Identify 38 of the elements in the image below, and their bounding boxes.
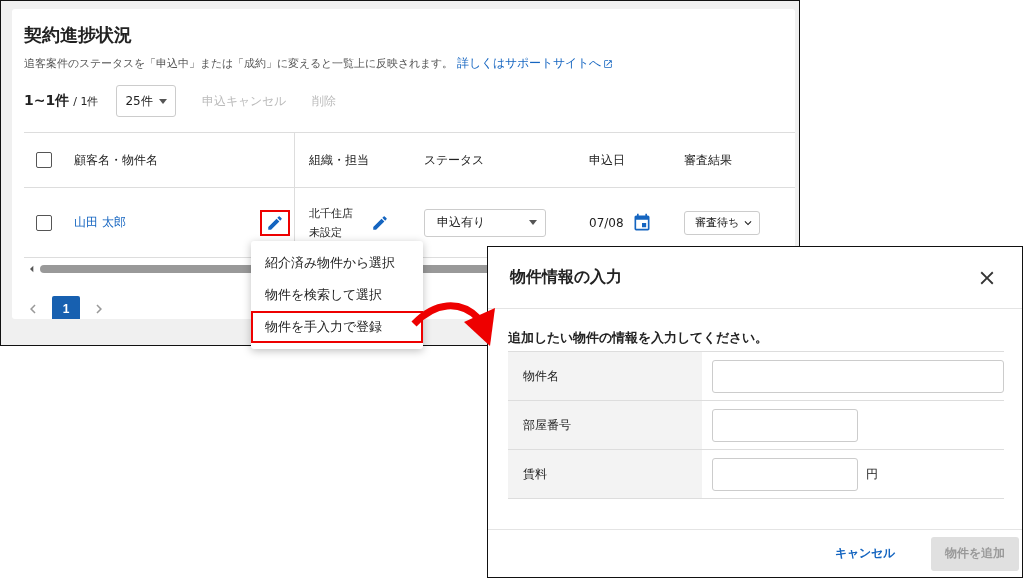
customer-link[interactable]: 山田 太郎 (74, 214, 126, 231)
status-select[interactable]: 申込有り (424, 208, 546, 237)
field-label: 部屋番号 (508, 401, 702, 449)
unit-label: 円 (866, 465, 878, 483)
input-field[interactable] (712, 408, 858, 442)
select-all-checkbox[interactable] (36, 152, 52, 168)
caret-icon (529, 220, 537, 225)
page-size-select[interactable]: 25件 (116, 85, 176, 117)
page-button[interactable]: 1 (52, 296, 80, 319)
result-total: / 1件 (73, 93, 99, 109)
caret-icon (158, 98, 167, 104)
review-select[interactable]: 審査待ち (684, 210, 760, 235)
description-text: 追客案件のステータスを「申込中」または「成約」に変えると一覧上に反映されます。 (24, 56, 453, 71)
column-header: 審査結果 (684, 151, 732, 169)
row-checkbox[interactable] (36, 214, 52, 231)
input-field[interactable] (712, 359, 1004, 393)
column-header: ステータス (424, 151, 484, 169)
field-label: 賃料 (508, 450, 702, 498)
staff-name: 未設定 (309, 224, 343, 240)
menu-item[interactable]: 物件を手入力で登録 (251, 311, 423, 343)
input-field[interactable] (712, 457, 858, 491)
column-header: 顧客名・物件名 (74, 151, 158, 169)
external-link-icon (603, 58, 613, 69)
column-header: 申込日 (589, 151, 625, 169)
dialog-title: 物件情報の入力 (510, 267, 622, 288)
edit-icon[interactable] (371, 213, 389, 232)
cancel-button[interactable]: キャンセル (821, 536, 909, 571)
edit-button[interactable] (260, 209, 290, 236)
pencil-icon (266, 213, 284, 232)
menu-item[interactable]: 紹介済み物件から選択 (251, 247, 423, 279)
store-name: 北千住店 (309, 205, 353, 221)
application-date: 07/08 (589, 215, 624, 230)
help-link[interactable]: 詳しくはサポートサイトへ (457, 55, 613, 72)
menu-item[interactable]: 物件を検索して選択 (251, 279, 423, 311)
page-title: 契約進捗状況 (24, 23, 133, 47)
result-count: 1~1件 (24, 92, 70, 110)
field-label: 物件名 (508, 352, 702, 400)
column-header: 組織・担当 (309, 151, 369, 169)
